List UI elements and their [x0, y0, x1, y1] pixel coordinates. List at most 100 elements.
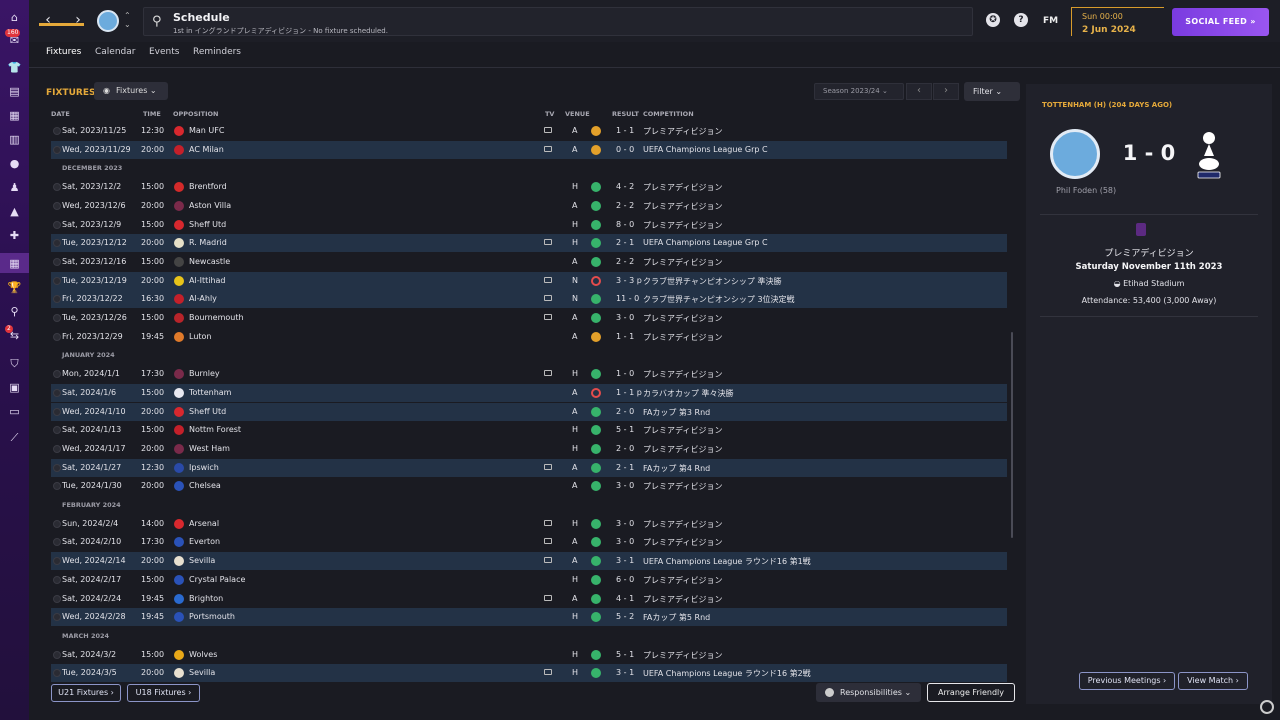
- home-icon[interactable]: ⌂: [7, 10, 22, 25]
- fixture-competition[interactable]: プレミアディビジョン: [643, 126, 722, 137]
- data-hub-icon[interactable]: ▥: [7, 132, 22, 147]
- fixture-competition[interactable]: プレミアディビジョン: [643, 650, 722, 661]
- fixture-row[interactable]: Sat, 2023/12/2 15:00 Brentford H 4 - 2 プレミアディ…: [51, 178, 1007, 196]
- fixture-competition[interactable]: FAカップ 第5 Rnd: [643, 612, 710, 623]
- previous-meetings-button[interactable]: Previous Meetings ›: [1079, 672, 1175, 690]
- select-circle[interactable]: [53, 538, 61, 547]
- select-circle[interactable]: [53, 314, 61, 322]
- responsibilities-button[interactable]: Responsibilities ⌄: [816, 683, 921, 702]
- select-circle[interactable]: [53, 276, 61, 285]
- filter-button[interactable]: Filter ⌄: [964, 82, 1020, 101]
- search-box[interactable]: ⚲ Schedule 1st in イングランドプレミアディビジョン - No …: [143, 7, 973, 36]
- club-crest-icon[interactable]: [97, 10, 119, 32]
- fixture-result[interactable]: 5 - 1: [616, 650, 634, 659]
- fixture-row[interactable]: Wed, 2023/12/6 20:00 Aston Villa A 2 - 2 プレミア…: [51, 197, 1007, 215]
- fixture-opponent[interactable]: Portsmouth: [189, 612, 235, 621]
- select-circle[interactable]: [53, 332, 61, 341]
- select-circle[interactable]: [53, 201, 61, 210]
- select-circle[interactable]: [53, 557, 61, 566]
- fixture-row[interactable]: Sat, 2024/2/24 19:45 Brighton A 4 - 1 プレミアディビ…: [51, 590, 1007, 608]
- fixture-result[interactable]: 3 - 0: [616, 313, 634, 322]
- fixture-opponent[interactable]: Nottm Forest: [189, 425, 241, 434]
- u21-fixtures-button[interactable]: U21 Fixtures ›: [51, 684, 121, 702]
- fixture-competition[interactable]: UEFA Champions League ラウンド16 第1戦: [643, 556, 811, 567]
- fixture-competition[interactable]: プレミアディビジョン: [643, 332, 722, 343]
- fixture-competition[interactable]: プレミアディビジョン: [643, 519, 722, 530]
- fixture-result[interactable]: 2 - 1: [616, 463, 634, 472]
- collapse-icon[interactable]: ⟋: [7, 430, 22, 445]
- fixture-row[interactable]: Sat, 2023/12/16 15:00 Newcastle A 2 - 2 プレミアデ…: [51, 253, 1007, 271]
- fixture-row[interactable]: Sun, 2024/2/4 14:00 Arsenal H 3 - 0 プレミアディビジョ…: [51, 515, 1007, 533]
- fixture-competition[interactable]: プレミアディビジョン: [643, 594, 722, 605]
- col-time[interactable]: TIME: [143, 110, 161, 118]
- fixture-result[interactable]: 2 - 2: [616, 257, 634, 266]
- select-circle[interactable]: [53, 482, 61, 491]
- fixture-result[interactable]: 0 - 0: [616, 145, 634, 154]
- fixture-result[interactable]: 3 - 3 p: [616, 276, 642, 285]
- arrange-friendly-button[interactable]: Arrange Friendly: [927, 683, 1015, 702]
- select-circle[interactable]: [53, 388, 61, 397]
- fixture-opponent[interactable]: AC Milan: [189, 145, 224, 154]
- schedule-icon[interactable]: ▦: [7, 256, 22, 271]
- fixture-row[interactable]: Tue, 2023/12/26 15:00 Bournemouth A 3 - 0 プレミ…: [51, 309, 1007, 327]
- fixture-result[interactable]: 8 - 0: [616, 220, 634, 229]
- competitions-icon[interactable]: 🏆: [7, 280, 22, 295]
- fixture-competition[interactable]: プレミアディビジョン: [643, 369, 722, 380]
- fixture-opponent[interactable]: R. Madrid: [189, 238, 227, 247]
- select-circle[interactable]: [53, 407, 61, 416]
- fixture-competition[interactable]: プレミアディビジョン: [643, 313, 722, 324]
- tab-events[interactable]: Events: [149, 47, 179, 57]
- fixture-opponent[interactable]: Sevilla: [189, 556, 215, 565]
- select-circle[interactable]: [53, 183, 61, 192]
- finances-icon[interactable]: ▣: [7, 380, 22, 395]
- fixture-row[interactable]: Sat, 2024/2/10 17:30 Everton A 3 - 0 プレミアディビジ…: [51, 533, 1007, 551]
- fixture-row[interactable]: Sat, 2023/11/25 12:30 Man UFC A 1 - 1 プレミアディビ…: [51, 122, 1007, 140]
- fixture-opponent[interactable]: Burnley: [189, 369, 220, 378]
- fixture-row[interactable]: Sat, 2024/1/13 15:00 Nottm Forest H 5 - 1 プレミ…: [51, 421, 1007, 439]
- col-competition[interactable]: COMPETITION: [643, 110, 694, 118]
- fixture-opponent[interactable]: Arsenal: [189, 519, 219, 528]
- fixture-opponent[interactable]: Man UFC: [189, 126, 224, 135]
- select-circle[interactable]: [53, 463, 61, 472]
- dynamics-icon[interactable]: ▤: [7, 84, 22, 99]
- squad-icon[interactable]: 👕: [7, 60, 22, 75]
- help-icon[interactable]: ?: [1014, 13, 1028, 27]
- fixture-row[interactable]: Wed, 2023/11/29 20:00 AC Milan A 0 - 0 UEFA C…: [51, 140, 1007, 159]
- fixture-competition[interactable]: プレミアディビジョン: [643, 201, 722, 212]
- select-circle[interactable]: [53, 669, 61, 678]
- select-circle[interactable]: [53, 220, 61, 229]
- fixture-row[interactable]: Wed, 2024/2/28 19:45 Portsmouth H 5 - 2 FAカップ…: [51, 608, 1007, 627]
- select-circle[interactable]: [53, 370, 61, 379]
- fixture-opponent[interactable]: Everton: [189, 537, 220, 546]
- select-circle[interactable]: [53, 426, 61, 435]
- tactics-icon[interactable]: ▦: [7, 108, 22, 123]
- fixture-opponent[interactable]: Aston Villa: [189, 201, 231, 210]
- fixture-opponent[interactable]: Bournemouth: [189, 313, 244, 322]
- fixture-opponent[interactable]: Chelsea: [189, 481, 221, 490]
- tab-fixtures[interactable]: Fixtures: [46, 47, 81, 57]
- fixture-opponent[interactable]: Sheff Utd: [189, 407, 226, 416]
- fixture-result[interactable]: 1 - 1 p: [616, 388, 642, 397]
- fixture-competition[interactable]: クラブ世界チャンピオンシップ 3位決定戦: [643, 294, 795, 305]
- fixture-competition[interactable]: UEFA Champions League Grp C: [643, 145, 768, 154]
- fixture-row[interactable]: Wed, 2024/1/10 20:00 Sheff Utd A 2 - 0 FAカップ …: [51, 402, 1007, 421]
- fixture-result[interactable]: 5 - 1: [616, 425, 634, 434]
- social-feed-button[interactable]: SOCIAL FEED »: [1172, 8, 1269, 36]
- fixture-opponent[interactable]: Tottenham: [189, 388, 231, 397]
- continue-date-box[interactable]: Sun 00:00 2 Jun 2024: [1071, 7, 1164, 36]
- tab-calendar[interactable]: Calendar: [95, 47, 135, 57]
- fixture-competition[interactable]: プレミアディビジョン: [643, 182, 722, 193]
- col-opposition[interactable]: OPPOSITION: [173, 110, 219, 118]
- fixture-opponent[interactable]: Sheff Utd: [189, 220, 226, 229]
- achievements-icon[interactable]: ✪: [986, 13, 1000, 27]
- col-venue[interactable]: VENUE: [565, 110, 590, 118]
- fixture-opponent[interactable]: Al-Ittihad: [189, 276, 226, 285]
- fixture-opponent[interactable]: Newcastle: [189, 257, 230, 266]
- fixture-competition[interactable]: UEFA Champions League Grp C: [643, 238, 768, 247]
- fixture-row[interactable]: Tue, 2024/3/5 20:00 Sevilla H 3 - 1 UEFA Cham…: [51, 664, 1007, 683]
- scouting-icon[interactable]: ⚲: [7, 304, 22, 319]
- fixture-row[interactable]: Sat, 2024/1/6 15:00 Tottenham A 1 - 1 p カラバオカ…: [51, 383, 1007, 402]
- fixture-competition[interactable]: FAカップ 第3 Rnd: [643, 407, 710, 418]
- select-circle[interactable]: [53, 575, 61, 584]
- fixture-opponent[interactable]: Ipswich: [189, 463, 219, 472]
